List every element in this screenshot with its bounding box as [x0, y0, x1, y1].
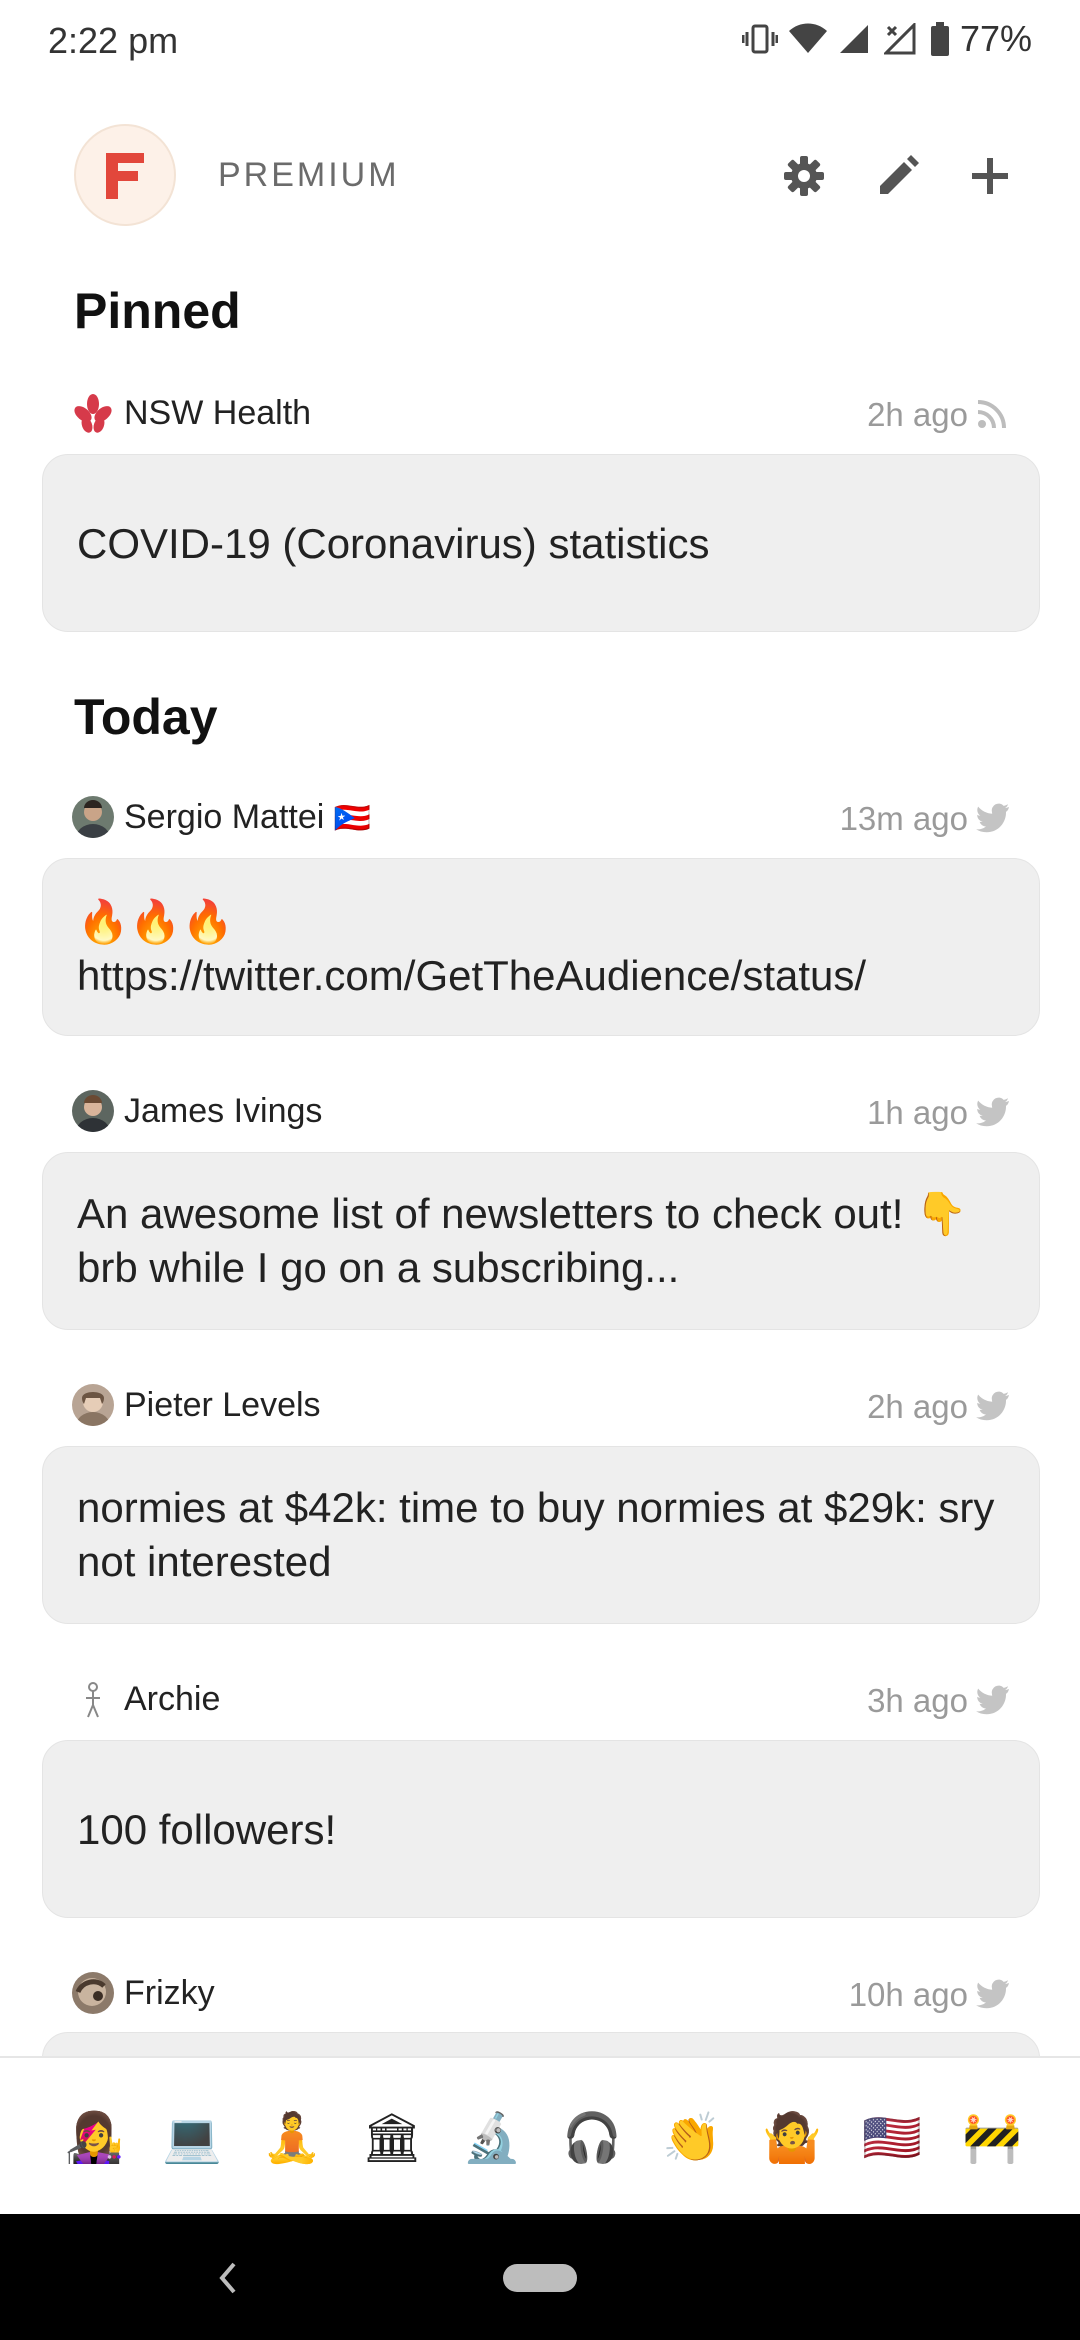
category-classical-building-icon[interactable]: 🏛 [342, 2058, 442, 2216]
pinned-item-meta: NSW Health 2h ago [72, 388, 1010, 438]
category-us-flag-icon[interactable]: 🇺🇸 [842, 2058, 942, 2216]
category-bar: 👩‍🎤 💻 🧘 🏛 🔬 🎧 👏 🤷 🇺🇸 🚧 [0, 2056, 1080, 2214]
card-text: 🔥🔥🔥 https://twitter.com/GetTheAudience/s… [77, 898, 867, 999]
status-icons: 77% [741, 18, 1032, 60]
time-ago: 2h ago [867, 1388, 968, 1425]
edit-button[interactable] [866, 144, 930, 208]
category-glyph: 🚧 [962, 2109, 1022, 2166]
twitter-icon [976, 803, 1009, 833]
avatar[interactable] [72, 1972, 114, 2014]
category-glyph: 👏 [662, 2109, 722, 2166]
twitter-icon [976, 1097, 1009, 1127]
source-name: Frizky [124, 1974, 215, 2012]
category-woman-technologist-icon[interactable]: 👩‍🎤 [44, 2058, 144, 2216]
nsw-health-logo-icon [72, 392, 114, 434]
category-glyph: 💻 [162, 2109, 222, 2166]
feed-item-meta: Frizky 10h ago [72, 1968, 1010, 2018]
battery-icon [930, 22, 949, 56]
signal-no-data-icon [883, 23, 916, 55]
feed-item-meta: Sergio Mattei 🇵🇷 13m ago [72, 792, 1010, 842]
signal-icon [839, 25, 868, 53]
section-title-today: Today [74, 689, 218, 745]
feed-card[interactable]: 100 followers! [42, 1740, 1040, 1918]
rss-icon [977, 400, 1006, 429]
category-glyph: 🤷 [762, 2109, 822, 2166]
pencil-icon [880, 155, 919, 194]
time-ago: 1h ago [867, 1094, 968, 1131]
category-microscope-icon[interactable]: 🔬 [442, 2058, 542, 2216]
card-text: normies at $42k: time to buy normies at … [77, 1484, 995, 1585]
gear-icon [784, 156, 824, 196]
plus-icon [972, 158, 1008, 194]
logo-letter-icon [106, 153, 144, 199]
settings-button[interactable] [772, 144, 836, 208]
app-header: PREMIUM [0, 124, 1080, 228]
section-title-pinned: Pinned [74, 283, 241, 339]
time-ago: 13m ago [839, 800, 968, 837]
card-text: COVID-19 (Coronavirus) statistics [77, 520, 710, 567]
twitter-icon [976, 1979, 1009, 2009]
feed-card[interactable]: normies at $42k: time to buy normies at … [42, 1446, 1040, 1624]
puerto-rico-flag-icon: 🇵🇷 [333, 801, 372, 836]
card-text: 100 followers! [77, 1806, 337, 1853]
time-ago: 3h ago [867, 1682, 968, 1719]
category-clapping-hands-icon[interactable]: 👏 [642, 2058, 742, 2216]
avatar[interactable] [72, 1678, 114, 1720]
category-glyph: 🏛 [361, 2109, 423, 2166]
category-glyph: 🔬 [462, 2109, 522, 2166]
category-person-shrugging-icon[interactable]: 🤷 [742, 2058, 842, 2216]
category-lotus-position-icon[interactable]: 🧘 [242, 2058, 342, 2216]
twitter-icon [976, 1391, 1009, 1421]
source-name-text: Sergio Mattei [124, 798, 325, 836]
source-name: Archie [124, 1680, 221, 1718]
vibrate-icon [741, 24, 778, 54]
category-headphone-icon[interactable]: 🎧 [542, 2058, 642, 2216]
back-button[interactable] [200, 2250, 256, 2306]
category-glyph: 🎧 [562, 2109, 622, 2166]
chevron-left-icon [219, 2262, 236, 2294]
feed-item-meta: Archie 3h ago [72, 1674, 1010, 1724]
feed-card[interactable]: COVID-19 (Coronavirus) statistics [42, 454, 1040, 632]
wifi-icon [788, 23, 827, 53]
battery-percent: 77% [959, 18, 1032, 59]
category-glyph: 🧘 [262, 2109, 322, 2166]
add-button[interactable] [958, 144, 1022, 208]
home-button[interactable] [503, 2264, 577, 2292]
system-nav-bar [0, 2214, 1080, 2340]
feed-card[interactable]: 🔥🔥🔥 https://twitter.com/GetTheAudience/s… [42, 858, 1040, 1036]
category-glyph: 👩‍🎤 [64, 2109, 124, 2166]
premium-label: PREMIUM [218, 156, 400, 194]
status-time: 2:22 pm [48, 20, 179, 61]
category-construction-icon[interactable]: 🚧 [942, 2058, 1042, 2216]
feed-item-meta: Pieter Levels 2h ago [72, 1380, 1010, 1430]
feed-item-meta: James Ivings 1h ago [72, 1086, 1010, 1136]
status-bar: 2:22 pm 77% [0, 0, 1080, 86]
feed-card[interactable]: An awesome list of newsletters to check … [42, 1152, 1040, 1330]
category-glyph: 🇺🇸 [862, 2109, 922, 2166]
time-ago: 10h ago [848, 1976, 968, 2013]
source-name: Sergio Mattei 🇵🇷 [124, 798, 371, 837]
avatar[interactable] [72, 796, 114, 838]
category-laptop-icon[interactable]: 💻 [142, 2058, 242, 2216]
avatar[interactable] [72, 1090, 114, 1132]
source-name: NSW Health [124, 394, 312, 432]
source-name: Pieter Levels [124, 1386, 321, 1424]
avatar[interactable] [72, 1384, 114, 1426]
twitter-icon [976, 1685, 1009, 1715]
time-ago: 2h ago [867, 396, 968, 433]
source-name: James Ivings [124, 1092, 323, 1130]
app-logo[interactable] [74, 124, 176, 226]
card-text: An awesome list of newsletters to check … [77, 1190, 968, 1291]
